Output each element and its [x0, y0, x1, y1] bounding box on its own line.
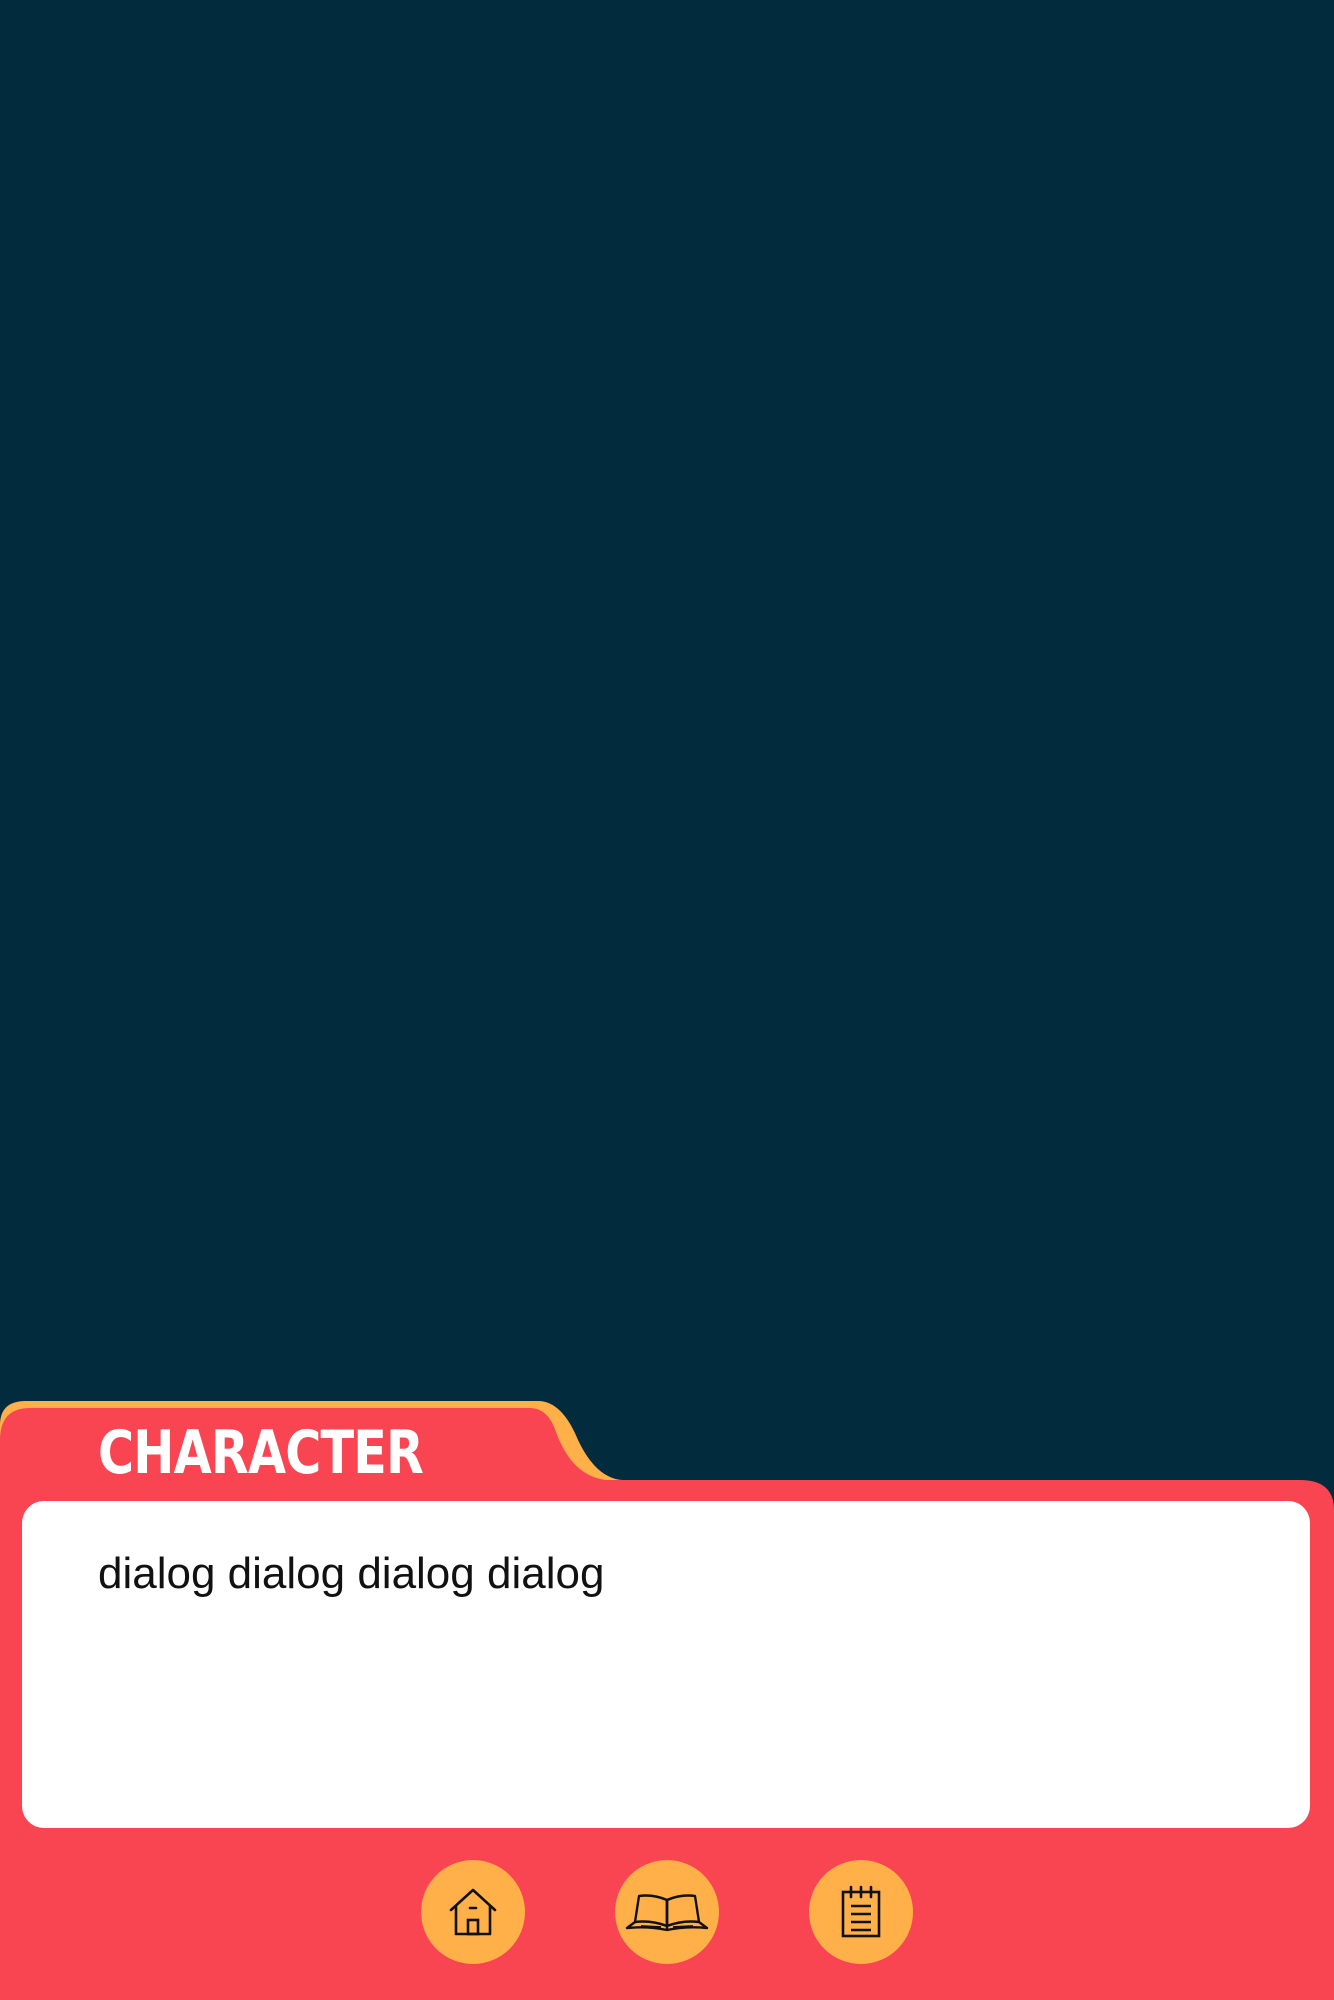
- menu-bar: [0, 1860, 1334, 1966]
- game-screen: CHARACTER dialog dialog dialog dialog: [0, 0, 1334, 2000]
- home-button[interactable]: [421, 1860, 525, 1964]
- notepad-icon: [841, 1885, 881, 1938]
- dialog-box[interactable]: dialog dialog dialog dialog: [22, 1501, 1310, 1828]
- home-icon: [449, 1888, 497, 1936]
- book-icon: [625, 1894, 709, 1932]
- notepad-button[interactable]: [809, 1860, 913, 1964]
- dialog-text: dialog dialog dialog dialog: [98, 1549, 605, 1598]
- speaker-name: CHARACTER: [98, 1418, 424, 1488]
- book-button[interactable]: [615, 1860, 719, 1964]
